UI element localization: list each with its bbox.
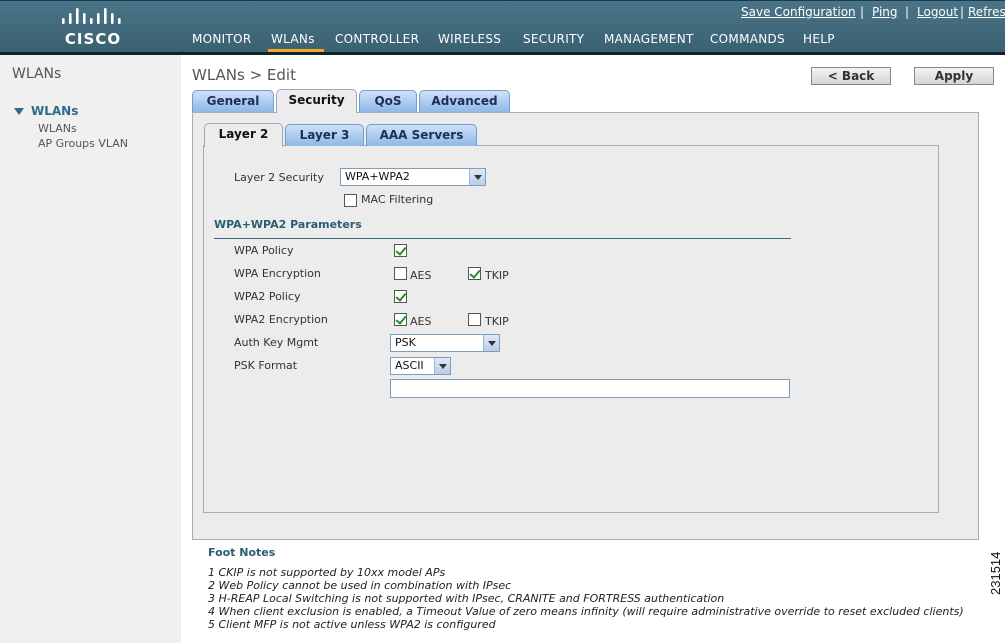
wpa-policy-checkbox[interactable] [394,244,407,257]
psk-key-input[interactable] [390,379,790,398]
page-title: WLANs > Edit [192,66,296,84]
wpa2-aes-checkbox[interactable] [394,313,407,326]
footnote: 3 H-REAP Local Switching is not supporte… [208,592,725,605]
wpa2-aes-label: AES [410,315,432,328]
nav-controller[interactable]: CONTROLLER [335,32,419,46]
figure-number-text: 231514 [988,552,1003,595]
layer2-security-value: WPA+WPA2 [345,170,410,183]
nav-management[interactable]: MANAGEMENT [604,32,694,46]
psk-format-label: PSK Format [234,359,298,372]
sidebar-item-wlans[interactable]: WLANs [38,122,77,135]
footnote: 4 When client exclusion is enabled, a Ti… [208,605,964,618]
checkmark-icon [395,313,407,325]
figure-number: 231514 [988,552,1003,595]
nav-security[interactable]: SECURITY [523,32,584,46]
checkmark-icon [395,290,407,302]
logout-link[interactable]: Logout [917,5,958,19]
wpa-aes-checkbox[interactable] [394,267,407,280]
footnote: 5 Client MFP is not active unless WPA2 i… [208,618,496,631]
nav-help[interactable]: HELP [803,32,835,46]
auth-key-mgmt-select[interactable]: PSK [390,334,500,352]
subtab-layer-3[interactable]: Layer 3 [285,124,364,146]
sidebar-group-wlans[interactable]: WLANs [31,104,78,118]
layer2-panel [203,145,939,513]
link-separator: | [905,5,910,19]
subtab-aaa-servers[interactable]: AAA Servers [366,124,477,146]
checkmark-icon [469,267,481,279]
footnotes-heading: Foot Notes [208,546,276,559]
dropdown-arrow-icon [469,169,485,185]
mac-filtering-checkbox[interactable] [344,194,357,207]
link-separator: | [960,5,965,19]
layer2-security-label: Layer 2 Security [234,171,324,184]
checkmark-icon [395,244,407,256]
wpa-encryption-label: WPA Encryption [234,267,321,280]
active-nav-indicator [268,49,324,52]
back-button[interactable]: < Back [811,67,891,85]
wpa2-policy-checkbox[interactable] [394,290,407,303]
save-configuration-link[interactable]: Save Configuration [741,5,856,19]
dropdown-arrow-icon [434,358,450,374]
subtab-layer-2[interactable]: Layer 2 [204,123,283,147]
mac-filtering-label: MAC Filtering [361,193,434,206]
wpa-aes-label: AES [410,269,432,282]
link-separator: | [860,5,865,19]
dropdown-arrow-icon [483,335,499,351]
params-divider [214,238,791,239]
nav-monitor[interactable]: MONITOR [192,32,252,46]
nav-wlans[interactable]: WLANs [271,32,315,46]
tab-security[interactable]: Security [276,89,357,113]
wpa-tkip-checkbox[interactable] [468,267,481,280]
wpa-tkip-label: TKIP [485,269,509,282]
cisco-logo-text: CISCO [64,30,122,48]
refresh-link[interactable]: Refresh [968,5,1005,19]
expand-arrow-icon[interactable] [14,108,24,115]
ping-link[interactable]: Ping [872,5,898,19]
auth-key-mgmt-value: PSK [395,336,416,349]
footnote: 1 CKIP is not supported by 10xx model AP… [208,566,446,579]
wpa2-encryption-label: WPA2 Encryption [234,313,328,326]
psk-format-value: ASCII [395,359,424,372]
sidebar-item-ap-groups-vlan[interactable]: AP Groups VLAN [38,137,128,150]
sidebar-title: WLANs [12,66,62,82]
wpa2-tkip-checkbox[interactable] [468,313,481,326]
wpa-policy-label: WPA Policy [234,244,294,257]
psk-format-select[interactable]: ASCII [390,357,451,375]
tab-general[interactable]: General [192,90,274,112]
nav-commands[interactable]: COMMANDS [710,32,785,46]
auth-key-mgmt-label: Auth Key Mgmt [234,336,319,349]
tab-qos[interactable]: QoS [359,90,417,112]
layer2-security-select[interactable]: WPA+WPA2 [340,168,486,186]
apply-button[interactable]: Apply [914,67,994,85]
wpa2-tkip-label: TKIP [485,315,509,328]
params-heading: WPA+WPA2 Parameters [214,218,362,231]
footnote: 2 Web Policy cannot be used in combinati… [208,579,512,592]
nav-wireless[interactable]: WIRELESS [438,32,501,46]
wpa2-policy-label: WPA2 Policy [234,290,301,303]
tab-advanced[interactable]: Advanced [419,90,510,112]
